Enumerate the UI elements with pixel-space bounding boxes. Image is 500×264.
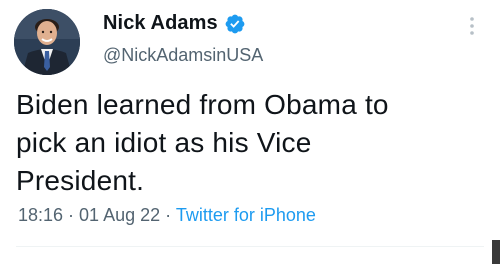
tweet-text: Biden learned from Obama to pick an idio…	[16, 89, 389, 196]
verified-badge-icon	[224, 13, 246, 35]
avatar[interactable]	[14, 9, 80, 75]
tweet-date[interactable]: 01 Aug 22	[79, 205, 160, 225]
divider	[16, 246, 484, 247]
author-row: Nick Adams	[103, 12, 246, 35]
scrollbar-fragment	[492, 240, 500, 264]
more-options-icon[interactable]	[468, 14, 476, 38]
meta-separator: ·	[63, 205, 80, 225]
tweet-meta: 18:16 · 01 Aug 22 · Twitter for iPhone	[18, 205, 316, 226]
user-handle[interactable]: @NickAdamsinUSA	[103, 45, 263, 66]
tweet-source-link[interactable]: Twitter for iPhone	[176, 205, 316, 225]
tweet-time[interactable]: 18:16	[18, 205, 63, 225]
tweet-card: Nick Adams @NickAdamsinUSA Biden learned…	[0, 0, 500, 264]
display-name[interactable]: Nick Adams	[103, 12, 218, 35]
profile-photo	[14, 9, 80, 75]
meta-separator: ·	[160, 205, 176, 225]
